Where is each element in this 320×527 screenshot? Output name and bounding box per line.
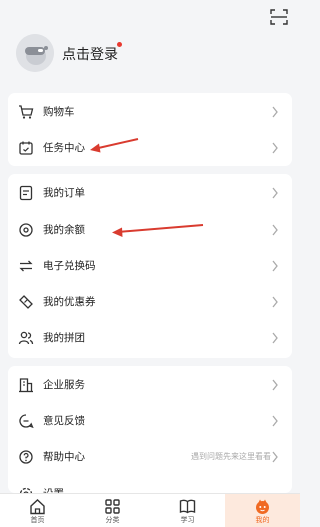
menu-item-label: 设置 bbox=[43, 486, 64, 493]
chevron-right-icon bbox=[272, 260, 278, 272]
menu-item-label: 我的订单 bbox=[43, 187, 85, 199]
menu-item-task-center[interactable]: 任务中心 bbox=[8, 130, 292, 166]
menu-item-label: 任务中心 bbox=[43, 142, 85, 154]
study-book-icon bbox=[179, 499, 196, 514]
menu-item-label: 购物车 bbox=[43, 106, 75, 118]
coupon-ticket-icon bbox=[19, 295, 33, 309]
menu-item-cart[interactable]: 购物车 bbox=[8, 94, 292, 130]
tab-mine[interactable]: 我的 bbox=[225, 494, 300, 527]
menu-item-label: 意见反馈 bbox=[43, 415, 85, 427]
help-question-icon bbox=[19, 450, 33, 464]
annotation-arrow-balance bbox=[112, 224, 204, 237]
cart-icon bbox=[19, 105, 34, 119]
group-users-icon bbox=[18, 331, 34, 345]
home-icon bbox=[30, 499, 45, 515]
menu-item-label: 我的拼团 bbox=[43, 332, 85, 344]
chevron-right-icon bbox=[272, 451, 278, 463]
tab-study[interactable]: 学习 bbox=[150, 494, 225, 527]
menu-item-orders[interactable]: 我的订单 bbox=[8, 175, 292, 211]
category-grid-icon bbox=[105, 499, 120, 514]
menu-item-label: 帮助中心 bbox=[43, 451, 85, 463]
tab-category[interactable]: 分类 bbox=[75, 494, 150, 527]
feedback-icon bbox=[19, 414, 34, 429]
task-calendar-icon bbox=[19, 141, 33, 155]
menu-item-settings[interactable]: 设置 bbox=[8, 476, 292, 493]
menu-item-label: 电子兑换码 bbox=[43, 260, 96, 272]
help-hint-text: 遇到问题先来这里看看 bbox=[191, 452, 271, 461]
menu-card-services: 企业服务 意见反馈 帮助中心 遇到问题先来这里看看 设置 bbox=[8, 366, 292, 493]
login-prompt[interactable]: 点击登录 bbox=[62, 44, 118, 64]
menu-item-label: 我的优惠券 bbox=[43, 296, 96, 308]
order-list-icon bbox=[19, 185, 33, 201]
menu-item-help-center[interactable]: 帮助中心 遇到问题先来这里看看 bbox=[8, 439, 292, 475]
menu-item-enterprise[interactable]: 企业服务 bbox=[8, 367, 292, 403]
chevron-right-icon bbox=[272, 187, 278, 199]
avatar[interactable] bbox=[16, 34, 54, 72]
menu-item-redeem-code[interactable]: 电子兑换码 bbox=[8, 248, 292, 284]
chevron-right-icon bbox=[272, 415, 278, 427]
chevron-right-icon bbox=[272, 296, 278, 308]
tab-label: 我的 bbox=[255, 516, 270, 524]
chevron-right-icon bbox=[272, 379, 278, 391]
bottom-tab-bar: 首页 分类 学习 我的 bbox=[0, 493, 300, 527]
menu-item-feedback[interactable]: 意见反馈 bbox=[8, 403, 292, 439]
scan-icon[interactable] bbox=[270, 9, 288, 25]
notification-dot bbox=[117, 42, 122, 47]
chevron-right-icon bbox=[272, 224, 278, 236]
annotation-arrow-task-center bbox=[90, 138, 139, 153]
tab-home[interactable]: 首页 bbox=[0, 494, 75, 527]
mine-avatar-icon bbox=[256, 499, 269, 514]
tab-label: 分类 bbox=[105, 516, 120, 524]
tab-label: 学习 bbox=[180, 516, 195, 524]
menu-item-label: 企业服务 bbox=[43, 379, 85, 391]
menu-item-label: 我的余额 bbox=[43, 224, 85, 236]
balance-coin-icon bbox=[19, 223, 33, 237]
chevron-right-icon bbox=[272, 142, 278, 154]
menu-item-coupons[interactable]: 我的优惠券 bbox=[8, 284, 292, 320]
menu-card-orders: 我的订单 我的余额 电子兑换码 我的优惠券 我的拼团 bbox=[8, 174, 292, 358]
exchange-icon bbox=[19, 260, 33, 272]
default-avatar-icon bbox=[16, 34, 54, 72]
tab-label: 首页 bbox=[30, 516, 45, 524]
chevron-right-icon bbox=[272, 106, 278, 118]
enterprise-building-icon bbox=[19, 378, 33, 393]
settings-gear-icon bbox=[19, 487, 33, 493]
menu-item-group-buy[interactable]: 我的拼团 bbox=[8, 320, 292, 356]
menu-card-primary: 购物车 任务中心 bbox=[8, 93, 292, 166]
chevron-right-icon bbox=[272, 332, 278, 344]
